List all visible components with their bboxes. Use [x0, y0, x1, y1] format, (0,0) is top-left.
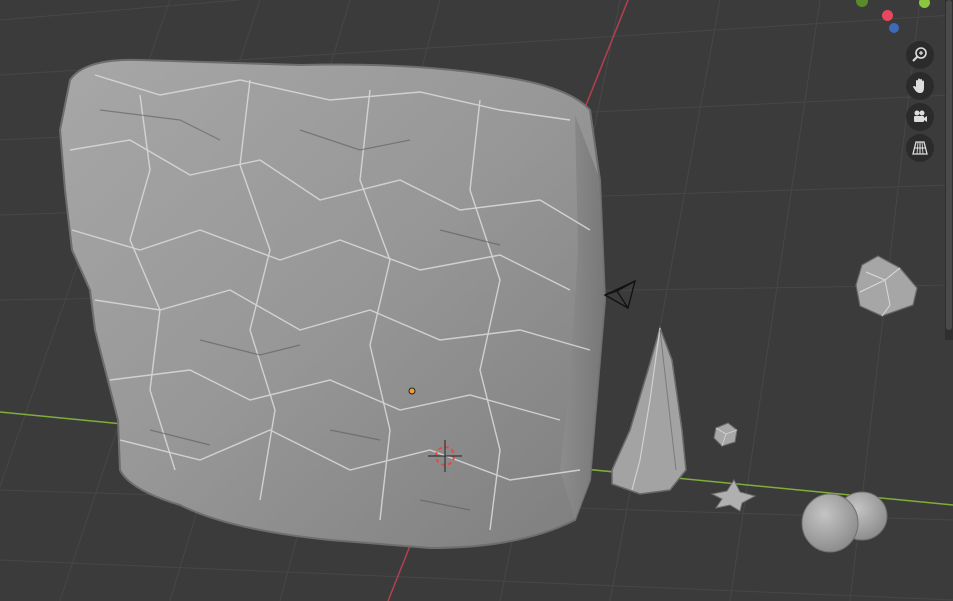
zoom-icon	[912, 47, 927, 62]
y-axis-neg-dot[interactable]	[856, 0, 868, 7]
round-rocks[interactable]	[801, 491, 888, 553]
small-rock[interactable]	[713, 422, 738, 447]
zoom-button[interactable]	[906, 41, 934, 69]
rock-chunk[interactable]	[855, 255, 918, 317]
y-axis-dot[interactable]	[919, 0, 930, 8]
rock-cube[interactable]	[58, 58, 607, 550]
z-axis-dot[interactable]	[889, 23, 899, 33]
viewport-scrollbar[interactable]	[945, 0, 953, 340]
toggle-perspective-button[interactable]	[906, 134, 934, 162]
navigation-gizmo[interactable]	[833, 0, 953, 40]
x-axis-dot[interactable]	[882, 10, 893, 21]
navigation-tools	[906, 41, 938, 165]
scene-canvas[interactable]	[0, 0, 953, 601]
pan-button[interactable]	[906, 72, 934, 100]
object-origin	[408, 387, 416, 395]
camera[interactable]	[603, 279, 636, 309]
hand-icon	[913, 78, 924, 93]
scrollbar-thumb[interactable]	[946, 0, 952, 330]
grid-icon	[912, 141, 928, 155]
camera-icon	[914, 110, 927, 122]
camera-view-button[interactable]	[906, 103, 934, 131]
spike-rock[interactable]	[611, 325, 687, 495]
3d-viewport[interactable]	[0, 0, 953, 601]
